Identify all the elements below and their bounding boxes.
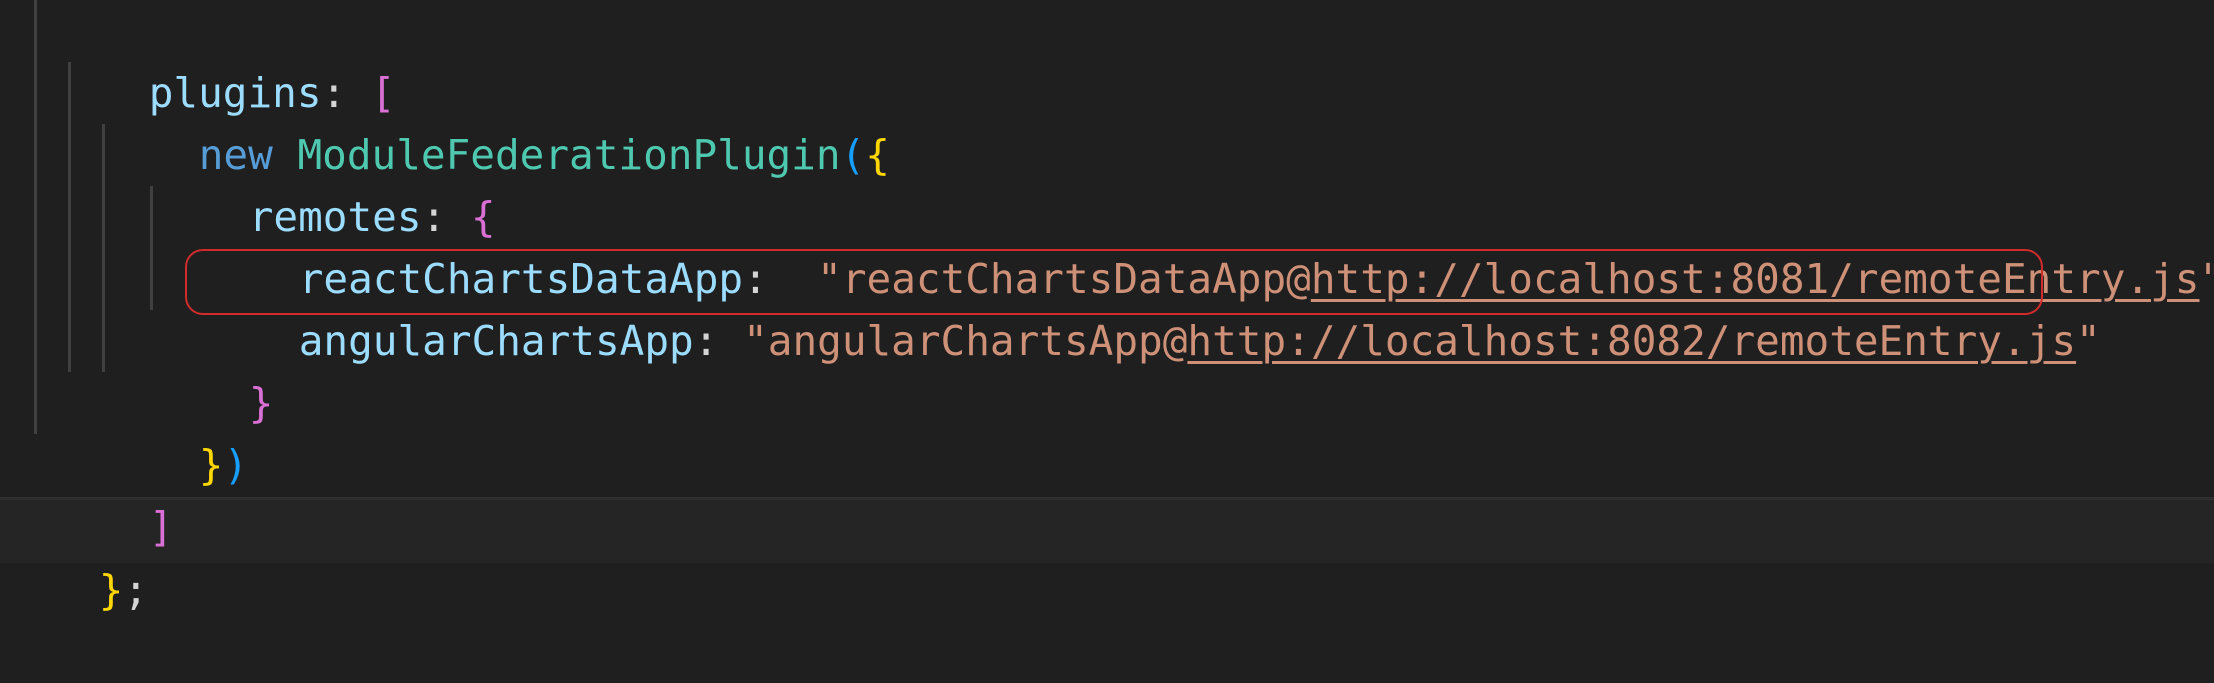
token-string-quote: ": [2076, 317, 2101, 365]
link-angular-remote-url[interactable]: http://localhost:8082/remoteEntry.js: [1187, 317, 2076, 365]
token-string: angularChartsApp@: [767, 317, 1188, 365]
code-line-react-remote: reactChartsDataApp: "reactChartsDataApp@…: [200, 186, 2214, 303]
token-bracket: ]: [148, 503, 174, 551]
token-brace: }: [98, 566, 124, 614]
indent-guide: [34, 0, 37, 310]
token-paren: (: [840, 131, 866, 179]
code-line-close-plugins: ]: [50, 434, 174, 551]
token-semicolon: ;: [123, 566, 149, 614]
code-editor[interactable]: plugins: [ new ModuleFederationPlugin({ …: [0, 0, 2214, 614]
code-line-new-plugin: new ModuleFederationPlugin({: [100, 62, 890, 179]
code-line-close-remotes: }: [150, 310, 274, 427]
token-brace: {: [865, 131, 890, 179]
code-line-close-plugin: }): [100, 372, 248, 489]
token-property: angularChartsApp: [298, 317, 694, 365]
token-brace: }: [248, 379, 274, 427]
code-line-angular-remote: angularChartsApp: "angularChartsApp@http…: [200, 248, 2101, 365]
token-brace: }: [198, 441, 224, 489]
code-line-remotes: remotes: {: [150, 124, 496, 241]
token-string-quote: ": [743, 317, 768, 365]
current-line-highlight: [0, 497, 2214, 563]
token-paren: ): [223, 441, 249, 489]
indent-guide: [34, 310, 37, 434]
code-line-close-config: };: [0, 497, 148, 614]
token-string-quote: ": [2199, 255, 2214, 303]
code-line-plugins: plugins: [: [50, 0, 396, 117]
token-punctuation: :: [693, 317, 744, 365]
